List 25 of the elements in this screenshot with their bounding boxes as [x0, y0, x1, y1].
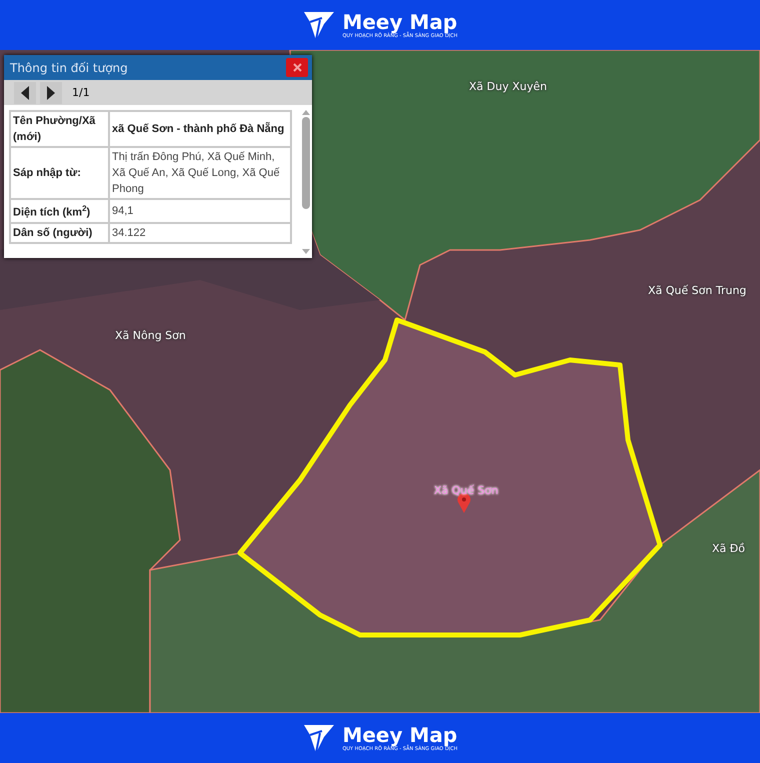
page-indicator: 1/1	[72, 86, 90, 99]
field-value: xã Quế Sơn - thành phố Đà Nẵng	[109, 111, 291, 147]
scroll-down-arrow-icon[interactable]	[302, 249, 310, 254]
triangle-left-icon	[21, 86, 29, 100]
place-label: Xã Nông Sơn	[115, 329, 186, 342]
next-button[interactable]	[40, 82, 62, 104]
scroll-up-arrow-icon[interactable]	[302, 110, 310, 115]
field-label: Tên Phường/Xã (mới)	[10, 111, 109, 147]
close-icon	[292, 63, 302, 72]
place-label: Xã Quế Sơn Trung	[648, 284, 746, 297]
field-value: Thị trấn Đông Phú, Xã Quế Minh, Xã Quế An, Xã Quế Long, Xã Quế Phong	[109, 147, 291, 199]
brand-name: Meey Map	[342, 724, 458, 746]
close-button[interactable]	[286, 58, 308, 77]
panel-title: Thông tin đối tượng	[10, 60, 128, 74]
place-label: Xã Quế Sơn	[434, 484, 498, 497]
field-label: Dân số (người)	[10, 222, 109, 243]
place-label: Xã Duy Xuyên	[469, 80, 547, 93]
field-label: Diện tích (km$^{2}$)	[10, 199, 109, 223]
triangle-right-icon	[47, 86, 55, 100]
field-value: 94,1	[109, 199, 291, 223]
brand-name: Meey Map	[342, 10, 458, 32]
previous-button[interactable]	[14, 82, 36, 104]
field-value: 34.122	[109, 222, 291, 243]
field-label: Sáp nhập từ:	[10, 147, 109, 199]
place-label: Xã Đồ	[712, 542, 746, 555]
